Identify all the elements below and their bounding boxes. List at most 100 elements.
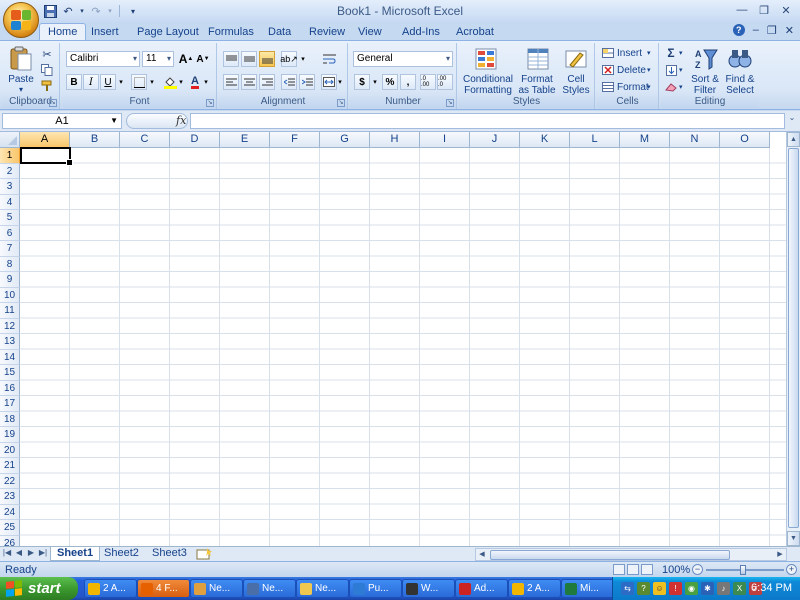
column-header[interactable]: J xyxy=(470,132,520,148)
taskbar-button[interactable]: 4 F... xyxy=(137,579,190,598)
number-format-select[interactable]: General ▾ xyxy=(353,51,453,67)
vertical-scroll-thumb[interactable] xyxy=(788,148,799,528)
merge-center-icon[interactable] xyxy=(321,74,337,90)
conditional-formatting-icon[interactable] xyxy=(473,46,499,72)
column-header[interactable]: N xyxy=(670,132,720,148)
column-header[interactable]: I xyxy=(420,132,470,148)
tab-review[interactable]: Review xyxy=(309,24,345,40)
page-layout-view-icon[interactable] xyxy=(627,564,639,575)
font-family-select[interactable]: Calibri ▾ xyxy=(66,51,140,67)
number-launcher-icon[interactable]: ↘ xyxy=(446,99,454,107)
sheet-tab-sheet2[interactable]: Sheet2 xyxy=(98,547,145,561)
tab-formulas[interactable]: Formulas xyxy=(208,24,254,40)
font-color-icon[interactable]: A xyxy=(187,74,203,90)
shrink-font-icon[interactable]: A ▼ xyxy=(195,51,211,67)
cell-styles-label-1[interactable]: Cell xyxy=(559,75,593,85)
insert-cells-label[interactable]: Insert xyxy=(617,49,642,59)
grow-font-icon[interactable]: A ▲ xyxy=(178,51,194,67)
row-header[interactable]: 11 xyxy=(0,303,20,319)
minimize-icon[interactable]: — xyxy=(732,2,752,18)
taskbar-button[interactable]: 2 A... xyxy=(84,579,137,598)
find-select-icon[interactable] xyxy=(727,46,753,72)
decrease-decimal-button[interactable]: .00 .0 xyxy=(437,74,453,90)
row-header[interactable]: 15 xyxy=(0,365,20,381)
row-header[interactable]: 13 xyxy=(0,334,20,350)
column-header[interactable]: G xyxy=(320,132,370,148)
column-header[interactable]: C xyxy=(120,132,170,148)
clock[interactable]: 6:34 PM xyxy=(751,582,792,594)
scroll-left-icon[interactable]: ◀ xyxy=(476,549,488,560)
vertical-scrollbar[interactable]: ▲ ▼ xyxy=(786,132,800,546)
orientation-dropdown-icon[interactable]: ▾ xyxy=(299,51,307,67)
align-middle-icon[interactable] xyxy=(241,51,257,67)
row-header[interactable]: 1 xyxy=(0,148,20,164)
select-all-button[interactable] xyxy=(0,132,20,148)
tab-data[interactable]: Data xyxy=(268,24,291,40)
conditional-formatting-label-2[interactable]: Formatting xyxy=(461,86,515,96)
taskbar-button[interactable]: Ne... xyxy=(296,579,349,598)
row-header[interactable]: 18 xyxy=(0,411,20,427)
row-header[interactable]: 19 xyxy=(0,427,20,443)
row-header[interactable]: 9 xyxy=(0,272,20,288)
taskbar-button[interactable]: Pu... xyxy=(349,579,402,598)
taskbar-button[interactable]: Ad... xyxy=(455,579,508,598)
delete-dropdown-icon[interactable]: ▾ xyxy=(647,66,651,76)
column-header[interactable]: K xyxy=(520,132,570,148)
office-button[interactable] xyxy=(3,2,39,38)
clipboard-launcher-icon[interactable]: ↘ xyxy=(49,99,57,107)
insert-dropdown-icon[interactable]: ▾ xyxy=(647,49,651,59)
bluetooth-tray-icon[interactable]: ✱ xyxy=(701,582,714,595)
workbook-restore-icon[interactable]: ❐ xyxy=(767,24,777,37)
font-color-dropdown-icon[interactable]: ▾ xyxy=(202,74,210,90)
taskbar-button[interactable]: Ne... xyxy=(243,579,296,598)
paste-label[interactable]: Paste xyxy=(6,75,36,85)
tab-page-layout[interactable]: Page Layout xyxy=(137,24,199,40)
column-header[interactable]: H xyxy=(370,132,420,148)
percent-button[interactable]: % xyxy=(382,74,398,90)
column-header[interactable]: D xyxy=(170,132,220,148)
borders-dropdown-icon[interactable]: ▾ xyxy=(148,74,156,90)
row-header[interactable]: 5 xyxy=(0,210,20,226)
row-header[interactable]: 14 xyxy=(0,349,20,365)
copy-icon[interactable] xyxy=(40,63,54,77)
find-select-label-1[interactable]: Find & xyxy=(721,75,759,85)
taskbar-button[interactable]: W... xyxy=(402,579,455,598)
row-header[interactable]: 10 xyxy=(0,287,20,303)
workbook-close-icon[interactable]: ✕ xyxy=(785,24,794,37)
cell-styles-label-2[interactable]: Styles xyxy=(559,86,593,96)
page-break-view-icon[interactable] xyxy=(641,564,653,575)
wrap-text-icon[interactable] xyxy=(321,51,337,67)
last-sheet-icon[interactable]: ▶| xyxy=(38,548,48,557)
borders-icon[interactable] xyxy=(131,74,147,90)
zoom-slider-thumb[interactable] xyxy=(740,565,746,575)
row-header[interactable]: 25 xyxy=(0,520,20,536)
taskbar-button[interactable]: 2 A... xyxy=(508,579,561,598)
format-painter-icon[interactable] xyxy=(40,79,54,93)
format-as-table-label-1[interactable]: Format xyxy=(515,75,559,85)
column-header[interactable]: A xyxy=(20,132,70,148)
restore-icon[interactable]: ❐ xyxy=(754,2,774,18)
autosum-dropdown-icon[interactable]: ▾ xyxy=(679,49,683,59)
fill-color-icon[interactable] xyxy=(162,74,178,90)
next-sheet-icon[interactable]: ▶ xyxy=(26,548,36,557)
fill-color-dropdown-icon[interactable]: ▾ xyxy=(177,74,185,90)
zoom-in-icon[interactable]: + xyxy=(786,564,797,575)
expand-formula-bar-icon[interactable]: ⌄ xyxy=(786,113,798,129)
tab-acrobat[interactable]: Acrobat xyxy=(456,24,494,40)
help-icon[interactable]: ? xyxy=(732,24,745,36)
network-tray-icon[interactable]: ⇆ xyxy=(621,582,634,595)
cell-area[interactable] xyxy=(20,148,786,546)
row-header[interactable]: 8 xyxy=(0,256,20,272)
row-header[interactable]: 6 xyxy=(0,225,20,241)
sort-filter-label-1[interactable]: Sort & xyxy=(687,75,723,85)
currency-button[interactable]: $ xyxy=(354,74,370,90)
horizontal-scroll-thumb[interactable] xyxy=(490,550,730,560)
format-cells-label[interactable]: Format xyxy=(617,83,649,93)
align-bottom-icon[interactable] xyxy=(259,51,275,67)
scroll-down-icon[interactable]: ▼ xyxy=(787,531,800,546)
taskbar-button[interactable]: Ne... xyxy=(190,579,243,598)
font-launcher-icon[interactable]: ↘ xyxy=(206,99,214,107)
orientation-icon[interactable]: ab↗ xyxy=(280,51,298,67)
font-size-select[interactable]: 11 ▾ xyxy=(142,51,174,67)
cell-styles-icon[interactable] xyxy=(563,46,589,72)
